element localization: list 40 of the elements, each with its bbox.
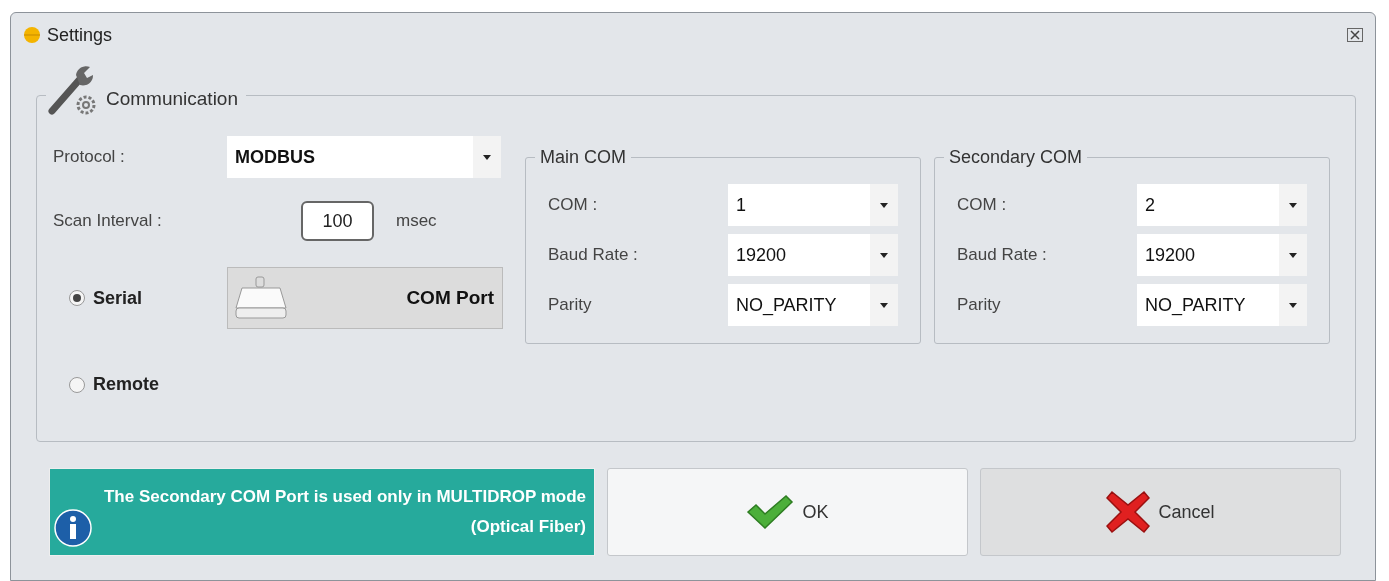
app-icon: [23, 26, 41, 44]
dropdown-caret-icon: [880, 202, 888, 208]
dropdown[interactable]: 2: [1136, 184, 1307, 226]
field-label: Baud Rate :: [548, 244, 639, 267]
cross-icon: [1106, 490, 1151, 534]
dropdown-caret-icon: [880, 252, 888, 258]
cancel-button[interactable]: Cancel: [980, 468, 1341, 556]
field-label: Parity: [548, 294, 593, 317]
dropdown-caret-icon: [483, 154, 491, 160]
field-label: COM :: [957, 194, 1008, 217]
info-icon: [54, 509, 92, 547]
dropdown[interactable]: 1: [727, 184, 898, 226]
dropdown[interactable]: 19200: [727, 234, 898, 276]
ok-button[interactable]: OK: [607, 468, 968, 556]
dropdown-caret-icon: [880, 302, 888, 308]
serial-connector-icon: [234, 276, 288, 320]
field-label: Scan Interval :: [53, 210, 163, 233]
dropdown-caret-icon: [1289, 202, 1297, 208]
scan-interval-input[interactable]: 100: [301, 201, 374, 241]
close-icon[interactable]: [1347, 28, 1363, 42]
dropdown[interactable]: NO_PARITY: [1136, 284, 1307, 326]
window-title: Settings: [47, 23, 114, 47]
com-port-button[interactable]: COM Port: [227, 267, 503, 329]
dropdown[interactable]: 19200: [1136, 234, 1307, 276]
radio-button[interactable]: [69, 376, 85, 393]
dropdown[interactable]: MODBUS: [227, 136, 501, 178]
radio-label: Remote: [93, 373, 159, 396]
unit-label: msec: [396, 210, 437, 233]
info-text: The Secondary COM Port is used only in MULTIDROP mode (Optical Fiber): [102, 486, 586, 538]
checkmark-icon: [746, 494, 795, 530]
dropdown[interactable]: NO_PARITY: [727, 284, 898, 326]
radio-button[interactable]: [69, 290, 85, 306]
group-title: Communication: [106, 86, 238, 111]
field-label: Baud Rate :: [957, 244, 1048, 267]
dropdown-caret-icon: [1289, 252, 1297, 258]
field-label: COM :: [548, 194, 599, 217]
field-label: Protocol :: [53, 146, 126, 169]
field-label: Parity: [957, 294, 1002, 317]
radio-label: Serial: [93, 286, 143, 310]
dropdown-caret-icon: [1289, 302, 1297, 308]
